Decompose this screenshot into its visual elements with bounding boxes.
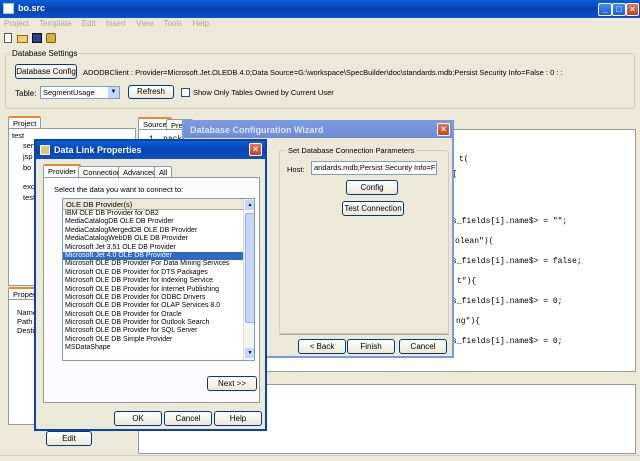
wizard-close-button[interactable]: ×: [437, 123, 450, 136]
wizard-params-label: Set Database Connection Parameters: [286, 146, 417, 155]
database-settings-group: [5, 53, 635, 109]
code-line: olean")(: [455, 237, 494, 246]
status-bar: [0, 455, 640, 461]
tree-node[interactable]: jsp: [23, 152, 33, 161]
provider-list-scrollbar[interactable]: ▲ ▼: [243, 199, 254, 360]
tab-all[interactable]: All: [154, 166, 173, 177]
build-icon[interactable]: [46, 33, 56, 43]
minimize-button[interactable]: _: [598, 3, 612, 16]
code-line: s_fields[i].name$> = 0;: [452, 337, 563, 346]
provider-list[interactable]: OLE DB Provider(s) IBM OLE DB Provider f…: [62, 198, 255, 361]
code-line: t(: [459, 155, 469, 164]
provider-list-item[interactable]: MediaCatalogDB OLE DB Provider: [63, 218, 243, 226]
open-folder-icon[interactable]: [17, 35, 28, 43]
wizard-divider: [279, 334, 449, 335]
owned-tables-checkbox-label: Show Only Tables Owned by Current User: [193, 88, 334, 97]
table-select-value: SegmentUsage: [43, 88, 95, 97]
provider-list-item[interactable]: MediaCatalogWebDB OLE DB Provider: [63, 235, 243, 243]
provider-list-item[interactable]: MediaCatalogMergedDB OLE DB Provider: [63, 227, 243, 235]
project-tab[interactable]: Project: [8, 116, 42, 128]
owned-tables-checkbox[interactable]: [181, 88, 190, 97]
refresh-button[interactable]: Refresh: [128, 85, 174, 99]
provider-list-item[interactable]: Microsoft OLE DB Provider for DTS Packag…: [63, 269, 243, 277]
menu-view[interactable]: View: [136, 19, 153, 28]
code-line: s_fields[i].name$> = 0;: [452, 297, 563, 306]
chevron-down-icon[interactable]: ▼: [108, 87, 119, 98]
maximize-button[interactable]: □: [612, 3, 626, 16]
code-line: s_fields[i].name$> = false;: [452, 257, 582, 266]
tree-node[interactable]: bo: [23, 163, 31, 172]
edit-button[interactable]: Edit: [46, 431, 92, 446]
provider-list-item[interactable]: MSDataShape: [63, 344, 243, 352]
tab-provider[interactable]: Provider: [43, 164, 81, 177]
provider-list-item[interactable]: Microsoft Jet 3.51 OLE DB Provider: [63, 244, 243, 252]
wizard-params-group: [279, 150, 449, 334]
wizard-host-label: Host:: [287, 165, 305, 174]
datalink-icon: [40, 145, 50, 155]
provider-list-header[interactable]: OLE DB Provider(s): [63, 199, 243, 210]
wizard-title-bar: Database Configuration Wizard ×: [184, 122, 452, 138]
wizard-title: Database Configuration Wizard: [190, 125, 324, 135]
wizard-config-button[interactable]: Config: [346, 180, 398, 195]
connection-string: ADODBClient : Provider=Microsoft.Jet.OLE…: [83, 68, 563, 77]
table-label: Table:: [15, 89, 37, 98]
provider-list-item[interactable]: Microsoft OLE DB Provider for OLAP Servi…: [63, 302, 243, 310]
wizard-cancel-button[interactable]: Cancel: [399, 339, 447, 354]
window-title: bo.src: [18, 3, 46, 13]
wizard-test-connection-button[interactable]: Test Connection: [342, 201, 404, 216]
main-title-bar: bo.src _ □ ×: [0, 0, 640, 18]
datalink-help-button[interactable]: Help: [214, 411, 262, 426]
property-path: Path: [17, 317, 33, 326]
data-link-dialog: Data Link Properties × Provider Connecti…: [34, 139, 267, 431]
provider-list-item[interactable]: Microsoft OLE DB Provider for Internet P…: [63, 286, 243, 294]
menu-help[interactable]: Help: [192, 19, 208, 28]
save-icon[interactable]: [32, 33, 42, 43]
database-config-button[interactable]: Database Config: [15, 64, 77, 79]
wizard-finish-button[interactable]: Finish: [347, 339, 395, 354]
datalink-title-bar: Data Link Properties ×: [36, 141, 265, 159]
provider-items: IBM OLE DB Provider for DB2 MediaCatalogD…: [63, 210, 243, 353]
menu-edit[interactable]: Edit: [82, 19, 96, 28]
database-settings-label: Database Settings: [10, 49, 80, 58]
provider-list-item[interactable]: Microsoft OLE DB Simple Provider: [63, 336, 243, 344]
provider-list-item[interactable]: Microsoft OLE DB Provider for Indexing S…: [63, 277, 243, 285]
wizard-host-input[interactable]: andards.mdb;Persist Security Info=False: [311, 161, 437, 175]
scroll-down-icon[interactable]: ▼: [245, 348, 254, 358]
provider-list-item[interactable]: Microsoft OLE DB Provider for Outlook Se…: [63, 319, 243, 327]
datalink-title: Data Link Properties: [54, 145, 142, 155]
menu-tools[interactable]: Tools: [164, 19, 183, 28]
menu-bar: Project Template Edit Insert View Tools …: [4, 19, 217, 30]
provider-list-item[interactable]: Microsoft OLE DB Provider for ODBC Drive…: [63, 294, 243, 302]
datalink-tab-page: Select the data you want to connect to: …: [43, 177, 260, 403]
provider-list-item[interactable]: Microsoft OLE DB Provider For Data Minin…: [63, 260, 243, 268]
datalink-cancel-button[interactable]: Cancel: [164, 411, 212, 426]
wizard-back-button[interactable]: < Back: [298, 339, 346, 354]
code-line: ng"){: [456, 317, 481, 326]
code-line: t"){: [457, 277, 477, 286]
datalink-close-button[interactable]: ×: [249, 143, 262, 156]
scrollbar-thumb[interactable]: [245, 213, 254, 323]
menu-project[interactable]: Project: [4, 19, 29, 28]
tree-root[interactable]: test: [12, 131, 24, 140]
provider-list-item[interactable]: IBM OLE DB Provider for DB2: [63, 210, 243, 218]
table-select[interactable]: SegmentUsage ▼: [40, 86, 120, 99]
menu-template[interactable]: Template: [39, 19, 71, 28]
provider-list-item[interactable]: Microsoft OLE DB Provider for Oracle: [63, 311, 243, 319]
provider-list-item[interactable]: Microsoft OLE DB Provider for SQL Server: [63, 327, 243, 335]
datalink-instruction: Select the data you want to connect to:: [54, 185, 184, 194]
close-button[interactable]: ×: [626, 3, 639, 16]
app-icon: [3, 3, 14, 14]
next-button[interactable]: Next >>: [207, 376, 257, 391]
menu-insert[interactable]: Insert: [106, 19, 126, 28]
scroll-up-icon[interactable]: ▲: [245, 200, 254, 210]
new-file-icon[interactable]: [4, 33, 12, 43]
provider-list-item[interactable]: Microsoft Jet 4.0 OLE DB Provider: [63, 251, 243, 261]
datalink-ok-button[interactable]: OK: [114, 411, 162, 426]
code-line: s_fields[i].name$> = "";: [452, 217, 568, 226]
